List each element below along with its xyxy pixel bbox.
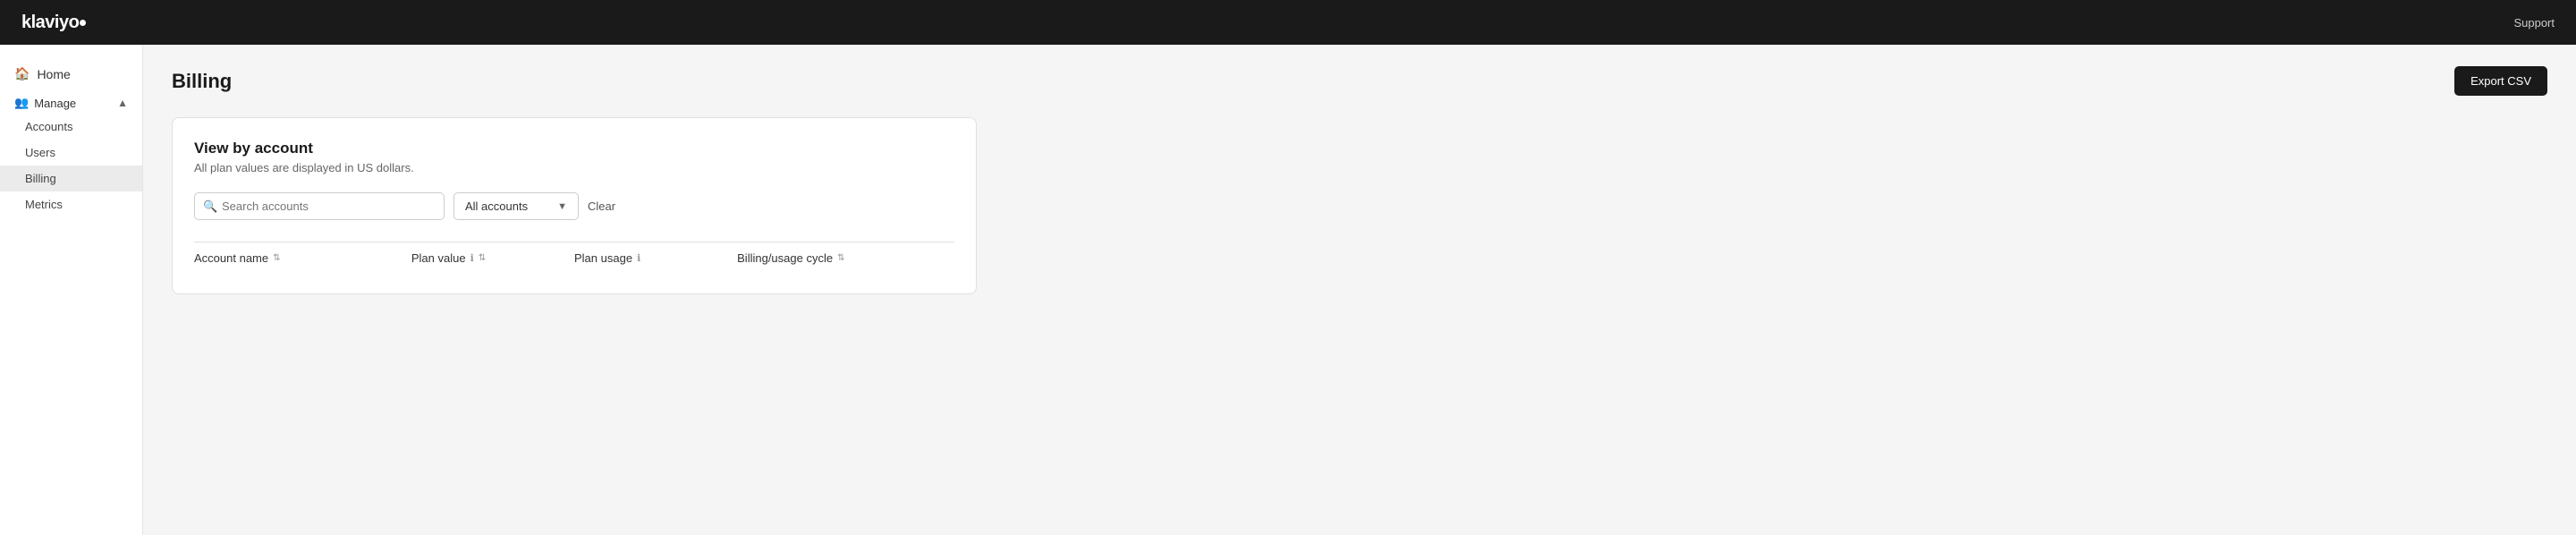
- table-col-plan-value: Plan value ℹ ⇅: [411, 251, 574, 265]
- all-accounts-select-wrapper: All accounts ▼: [453, 192, 579, 220]
- billing-card: View by account All plan values are disp…: [172, 117, 977, 294]
- filters-row: 🔍 All accounts ▼ Clear: [194, 192, 954, 220]
- table-header: Account name ⇅ Plan value ℹ ⇅ Plan usage…: [194, 242, 954, 272]
- sidebar-home-label: Home: [37, 67, 70, 81]
- sidebar-billing-label: Billing: [25, 172, 56, 185]
- page-title: Billing: [172, 70, 232, 93]
- card-subtitle: All plan values are displayed in US doll…: [194, 161, 954, 174]
- clear-filter-link[interactable]: Clear: [588, 200, 615, 213]
- sort-icon-plan-value[interactable]: ⇅: [479, 253, 486, 263]
- sidebar-metrics-label: Metrics: [25, 198, 63, 211]
- support-link[interactable]: Support: [2513, 16, 2555, 30]
- search-wrapper: 🔍: [194, 192, 445, 220]
- all-accounts-select[interactable]: All accounts ▼: [453, 192, 579, 220]
- search-icon: 🔍: [203, 200, 217, 214]
- page-header: Billing Export CSV: [172, 66, 2547, 96]
- all-accounts-label: All accounts: [465, 200, 528, 213]
- chevron-down-icon: ▼: [557, 201, 567, 212]
- sidebar-manage-section[interactable]: 👥 Manage ▲: [0, 89, 142, 114]
- info-icon-plan-value[interactable]: ℹ: [470, 252, 474, 264]
- sidebar-item-users[interactable]: Users: [0, 140, 142, 166]
- chevron-up-icon: ▲: [117, 97, 128, 109]
- home-icon: 🏠: [14, 66, 30, 81]
- sidebar-manage-label: Manage: [34, 97, 76, 110]
- logo-dot: [80, 20, 86, 26]
- sidebar: 🏠 Home 👥 Manage ▲ Accounts Users Billing…: [0, 45, 143, 535]
- sidebar-users-label: Users: [25, 146, 55, 159]
- sidebar-accounts-label: Accounts: [25, 120, 72, 133]
- app-layout: 🏠 Home 👥 Manage ▲ Accounts Users Billing…: [0, 45, 2576, 535]
- sidebar-item-accounts[interactable]: Accounts: [0, 114, 142, 140]
- info-icon-plan-usage[interactable]: ℹ: [637, 252, 640, 264]
- sidebar-item-billing[interactable]: Billing: [0, 166, 142, 191]
- plan-usage-label: Plan usage: [574, 251, 632, 265]
- sidebar-item-metrics[interactable]: Metrics: [0, 191, 142, 217]
- sidebar-item-home[interactable]: 🏠 Home: [0, 59, 142, 89]
- top-nav: klaviyo Support: [0, 0, 2576, 45]
- search-accounts-input[interactable]: [194, 192, 445, 220]
- card-title: View by account: [194, 140, 954, 157]
- sort-icon-account-name[interactable]: ⇅: [273, 253, 280, 263]
- sort-icon-billing-cycle[interactable]: ⇅: [837, 253, 844, 263]
- main-content: Billing Export CSV View by account All p…: [143, 45, 2576, 535]
- billing-cycle-label: Billing/usage cycle: [737, 251, 833, 265]
- account-name-label: Account name: [194, 251, 268, 265]
- logo: klaviyo: [21, 13, 86, 33]
- table-col-billing-cycle: Billing/usage cycle ⇅: [737, 251, 954, 265]
- plan-value-label: Plan value: [411, 251, 466, 265]
- manage-icon: 👥: [14, 96, 29, 110]
- logo-text: klaviyo: [21, 13, 79, 33]
- table-col-account-name: Account name ⇅: [194, 251, 411, 265]
- table-col-plan-usage: Plan usage ℹ: [574, 251, 737, 265]
- export-csv-button[interactable]: Export CSV: [2454, 66, 2547, 96]
